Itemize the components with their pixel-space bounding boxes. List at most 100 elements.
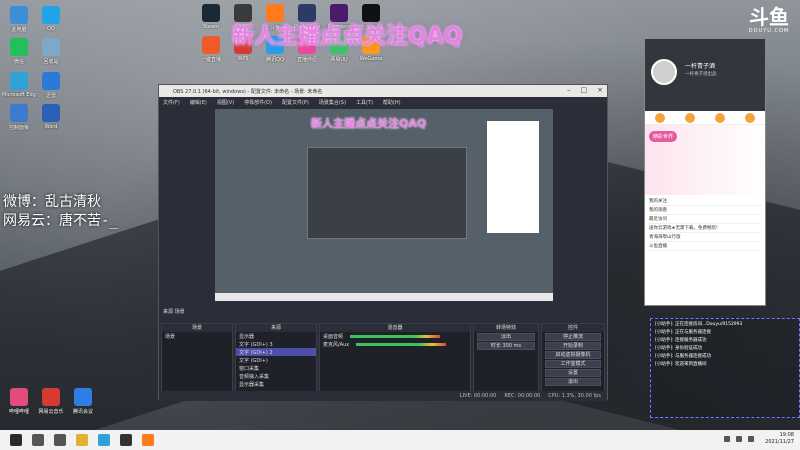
desktop-icon[interactable]: 回收站 [34, 38, 68, 65]
douyu-list-item[interactable]: 我的关注 [649, 197, 761, 206]
desktop-icon-label: 直播伴侣 [296, 57, 317, 63]
desktop-icon-label: 哔哩哔哩 [8, 409, 29, 415]
maximize-icon[interactable]: □ [581, 86, 588, 94]
desktop-icon-label: 微信 [13, 59, 24, 65]
volume-meter[interactable] [356, 342, 447, 346]
desktop-icon-label: Word [44, 124, 58, 130]
app-icon [42, 72, 60, 90]
desktop-icon-label: Steam [202, 24, 220, 30]
download-icon[interactable] [745, 112, 755, 123]
douyu-list-item[interactable]: 我的观看 [649, 206, 761, 215]
close-icon[interactable]: × [597, 86, 603, 94]
chrome-icon[interactable] [76, 434, 88, 446]
scenes-dock-title: 场景 [162, 324, 232, 332]
sources-dock: 来源 显示器 文字 (GDI+) 3 文字 (GDI+) 2 文字 (GDI+) 窗口采… [235, 323, 317, 393]
menu-item[interactable]: 工具(T) [356, 99, 373, 106]
desktop-icon[interactable]: 微信 [2, 38, 36, 65]
obs-preview[interactable]: 新人主播点点关注QAQ [215, 109, 553, 301]
mixer-dock-title: 混音器 [320, 324, 470, 332]
douyu-panel[interactable]: 一杆青子酒 一杆青子酒出品 精彩世界 我的关注 我的观看 最近访问 送你云游戏★无需下… [644, 38, 766, 306]
desktop-icon[interactable]: 腾讯会议 [66, 388, 100, 415]
douyu-list-item[interactable]: 青海海鄂山行旅 [649, 233, 761, 242]
desktop-icon-label: 腾讯会议 [72, 409, 93, 415]
transitions-dock: 转场特效 淡出 时长 300 ms [473, 323, 539, 393]
app-icon [10, 72, 28, 90]
app-icon [10, 38, 28, 56]
app-icon [202, 36, 220, 54]
desktop-icon[interactable]: 迅雷 [34, 72, 68, 99]
source-item[interactable]: 窗口采集 [236, 364, 316, 372]
desktop-icon[interactable]: 此电脑 [2, 6, 36, 33]
desktop-icon[interactable]: QQ [34, 6, 68, 32]
heart-icon[interactable] [685, 112, 695, 123]
preview-nested-panel [487, 121, 539, 233]
desktop-icon[interactable]: 网易云音乐 [34, 388, 68, 415]
menu-item[interactable]: 配置文件(P) [282, 99, 309, 106]
transition-select[interactable]: 淡出 [477, 333, 535, 341]
network-icon[interactable] [724, 436, 730, 442]
minimize-icon[interactable]: – [567, 86, 571, 94]
menu-item[interactable]: 帮助(H) [383, 99, 401, 106]
control-button[interactable]: 停止推流 [545, 333, 601, 341]
obs-titlebar[interactable]: OBS 27.0.1 (64-bit, windows) - 配置文件: 未命名… [159, 85, 607, 97]
start-icon[interactable] [10, 434, 22, 446]
douyu-icon[interactable] [142, 434, 154, 446]
douyu-banner[interactable]: 精彩世界 [645, 125, 765, 195]
mixer-channel: 桌面音频 [320, 332, 470, 340]
menu-item[interactable]: 视图(V) [217, 99, 234, 106]
desktop-icon-label: 一键直播 [200, 57, 221, 63]
control-button[interactable]: 退出 [545, 378, 601, 386]
taskbar-clock[interactable]: 19:08 2021/11/27 [765, 432, 794, 446]
douyu-user-name: 一杆青子酒 [685, 63, 716, 70]
douyu-list-item[interactable]: 送你云游戏★无需下载，免费畅玩! [649, 224, 761, 233]
desktop-icon-label: 腾讯QQ [266, 57, 284, 63]
douyu-list-item[interactable]: 斗鱼直播 [649, 242, 761, 251]
desktop-icon[interactable]: 一键直播 [194, 36, 228, 63]
scene-item[interactable]: 场景 [162, 332, 232, 340]
menu-item[interactable]: 文件(F) [163, 99, 180, 106]
source-item[interactable]: 文字 (GDI+) [236, 356, 316, 364]
obs-window[interactable]: OBS 27.0.1 (64-bit, windows) - 配置文件: 未命名… [158, 84, 608, 401]
transitions-dock-title: 转场特效 [474, 324, 538, 332]
desktop-banner-text: 新人主播点点关注QAQ [232, 24, 463, 49]
desktop-icon[interactable]: Steam [194, 4, 228, 30]
source-item[interactable]: 文字 (GDI+) 2 [236, 348, 316, 356]
douyu-user-subtitle: 一杆青子酒出品 [685, 72, 717, 77]
ime-icon[interactable] [748, 436, 754, 442]
control-button[interactable]: 启动虚拟摄像机 [545, 351, 601, 359]
control-button[interactable]: 开始录制 [545, 342, 601, 350]
source-item[interactable]: 显示器 [236, 332, 316, 340]
desktop-icon[interactable]: 哔哩哔哩 [2, 388, 36, 415]
transition-duration[interactable]: 时长 300 ms [477, 342, 535, 350]
clock-date: 2021/11/27 [765, 439, 794, 445]
menu-item[interactable]: 停靠部件(D) [244, 99, 272, 106]
douyu-list: 我的关注 我的观看 最近访问 送你云游戏★无需下载，免费畅玩! 青海海鄂山行旅 斗鱼直播 [645, 195, 765, 253]
source-item[interactable]: 音频输入采集 [236, 372, 316, 380]
source-item[interactable]: 文字 (GDI+) 3 [236, 340, 316, 348]
volume-meter[interactable] [350, 334, 441, 338]
window-controls: – □ × [567, 86, 603, 94]
chat-line: [小助手]: 与服务器连接成功 [655, 354, 711, 359]
douyu-list-item[interactable]: 最近访问 [649, 215, 761, 224]
desktop-icon[interactable]: Word [34, 104, 68, 130]
source-item[interactable]: 显示器采集 [236, 380, 316, 388]
control-button[interactable]: 设置 [545, 369, 601, 377]
menu-item[interactable]: 场景集合(S) [319, 99, 346, 106]
menu-item[interactable]: 编辑(E) [190, 99, 207, 106]
app-icon [10, 6, 28, 24]
preview-nested-window [307, 147, 467, 239]
status-item: REC: 00:00:00 [504, 393, 541, 399]
edge-icon[interactable] [98, 434, 110, 446]
app-icon [42, 38, 60, 56]
search-icon[interactable] [32, 434, 44, 446]
home-icon[interactable] [655, 112, 665, 123]
desktop-icon[interactable]: Microsoft Edge [2, 72, 36, 98]
obs-icon[interactable] [120, 434, 132, 446]
volume-icon[interactable] [736, 436, 742, 442]
clock-time: 19:08 [779, 432, 794, 438]
avatar[interactable] [651, 59, 677, 85]
desktop-icon[interactable]: 控制面板 [2, 104, 36, 131]
control-button[interactable]: 工作室模式 [545, 360, 601, 368]
taskview-icon[interactable] [54, 434, 66, 446]
history-icon[interactable] [715, 112, 725, 123]
